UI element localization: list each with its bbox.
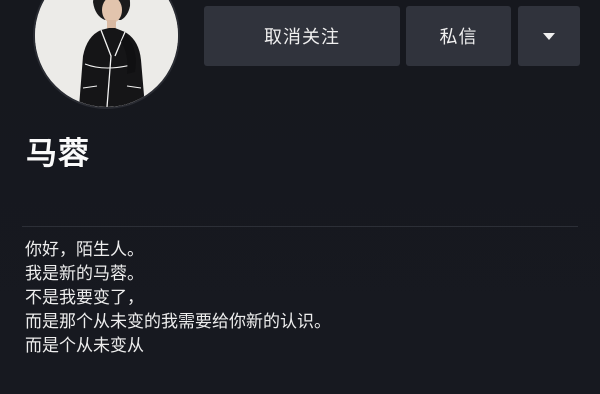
profile-name: 马蓉 [26, 136, 90, 172]
unfollow-label: 取消关注 [264, 27, 340, 48]
bio-line: 我是新的马蓉。 [25, 264, 144, 284]
more-options-button[interactable] [518, 6, 580, 66]
unfollow-button[interactable]: 取消关注 [204, 6, 400, 66]
caret-down-icon [543, 32, 555, 40]
bio-line: 你好，陌生人。 [25, 240, 144, 260]
message-label: 私信 [439, 27, 478, 48]
bio-line: 而是那个从未变的我需要给你新的认识。 [25, 312, 331, 332]
message-button[interactable]: 私信 [406, 6, 511, 66]
bio-text: 你好，陌生人。 我是新的马蓉。 不是我要变了， 而是那个从未变的我需要给你新的认… [25, 238, 585, 358]
divider [22, 226, 578, 227]
avatar[interactable] [33, 0, 180, 109]
bio-line: 不是我要变了， [25, 288, 144, 308]
profile-header: 取消关注 私信 马蓉 你好，陌生人。 我是新的马蓉。 不是我要变了， 而是那个从… [0, 0, 600, 394]
avatar-photo [35, 0, 178, 107]
bio-line: 而是个从未变从 [25, 336, 144, 356]
